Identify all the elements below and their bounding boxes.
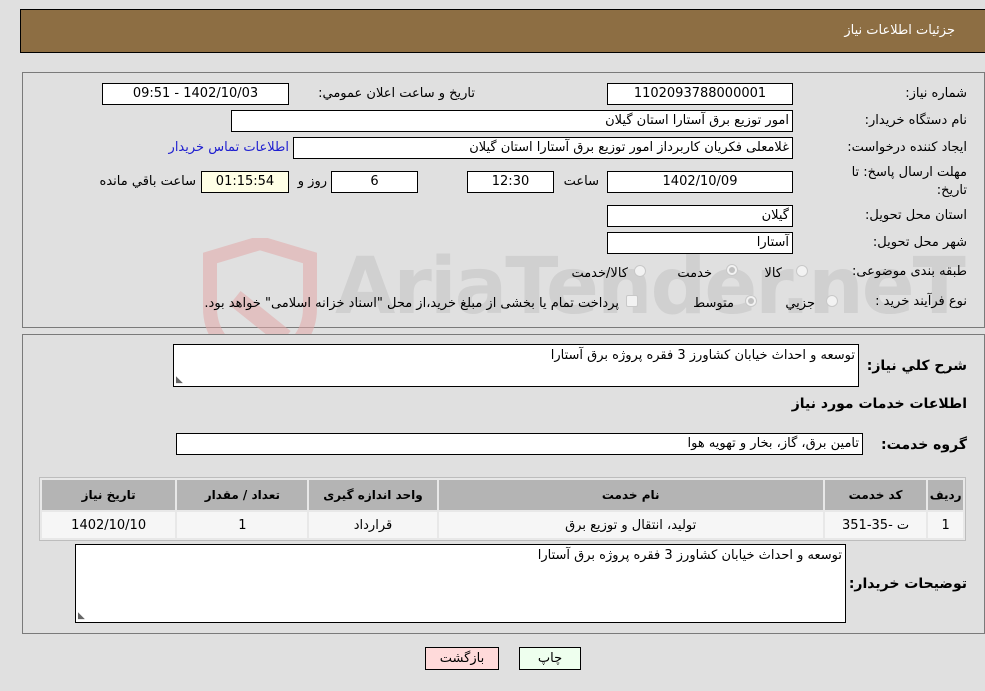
- cell-need-date: 1402/10/10: [42, 512, 176, 538]
- announce-date-field: 1402/10/03 - 09:51: [102, 83, 289, 105]
- services-heading: اطلاعات خدمات مورد نیاز: [791, 396, 967, 412]
- category-label: طبقه بندی موضوعی:: [851, 264, 967, 279]
- category-option-goods: کالا: [764, 266, 782, 281]
- summary-textarea[interactable]: توسعه و احداث خیابان کشاورز 3 فقره پروژه…: [173, 344, 859, 387]
- col-unit: واحد اندازه گیری: [309, 480, 437, 510]
- city-field: آستارا: [607, 232, 793, 254]
- category-option-goods-service: کالا/خدمت: [571, 266, 628, 281]
- days-label: روز و: [297, 174, 327, 189]
- category-radio-goods-service[interactable]: [634, 265, 646, 277]
- cell-row-number: 1: [928, 512, 963, 538]
- remaining-time-label: ساعت باقي مانده: [99, 174, 196, 189]
- buyer-contact-link[interactable]: اطلاعات تماس خریدار: [169, 140, 289, 155]
- need-number-field: 1102093788000001: [607, 83, 793, 105]
- service-group-field: تامین برق، گاز، بخار و تهویه هوا: [176, 433, 863, 455]
- col-need-date: تاریخ نیاز: [42, 480, 176, 510]
- table-header-row: ردیف کد خدمت نام خدمت واحد اندازه گیری ت…: [42, 480, 963, 510]
- table-row: 1 ت -35-351 تولید، انتقال و توزیع برق قر…: [42, 512, 963, 538]
- process-type-label: نوع فرآیند خرید :: [875, 294, 967, 309]
- treasury-note: پرداخت تمام یا بخشی از مبلغ خرید،از محل …: [204, 296, 619, 311]
- summary-text: توسعه و احداث خیابان کشاورز 3 فقره پروژه…: [550, 348, 855, 363]
- category-radio-service[interactable]: [726, 264, 738, 276]
- resize-grip-icon[interactable]: ◢: [176, 375, 183, 385]
- process-option-minor: جزيي: [785, 296, 815, 311]
- resize-grip-icon[interactable]: ◢: [78, 611, 85, 621]
- category-option-service: خدمت: [677, 266, 712, 281]
- deadline-label-date: تاریخ:: [936, 183, 967, 198]
- remaining-time-field: 01:15:54: [201, 171, 289, 193]
- cell-service-code: ت -35-351: [824, 512, 927, 538]
- cell-quantity: 1: [177, 512, 308, 538]
- page-header: جزئیات اطلاعات نیاز: [20, 9, 985, 53]
- deadline-time-field: 12:30: [467, 171, 554, 193]
- col-row-number: ردیف: [928, 480, 963, 510]
- service-group-label: گروه خدمت:: [881, 437, 967, 453]
- deadline-label: مهلت ارسال پاسخ: تا: [851, 165, 967, 180]
- cell-unit: قرارداد: [309, 512, 437, 538]
- col-service-code: کد خدمت: [824, 480, 927, 510]
- buyer-notes-label: توضیحات خریدار:: [848, 576, 967, 592]
- summary-label: شرح کلي نیاز:: [866, 358, 967, 374]
- need-number-label: شماره نیاز:: [905, 86, 967, 101]
- requester-label: ایجاد کننده درخواست:: [847, 140, 967, 155]
- buyer-org-field: امور توزیع برق آستارا استان گیلان: [231, 110, 793, 132]
- page-title: جزئیات اطلاعات نیاز: [844, 23, 955, 38]
- buyer-notes-textarea[interactable]: توسعه و احداث خیابان کشاورز 3 فقره پروژه…: [75, 544, 846, 623]
- cell-service-name: تولید، انتقال و توزیع برق: [438, 512, 823, 538]
- process-radio-medium[interactable]: [745, 295, 757, 307]
- province-field: گیلان: [607, 205, 793, 227]
- buyer-notes-text: توسعه و احداث خیابان کشاورز 3 فقره پروژه…: [537, 548, 842, 563]
- city-label: شهر محل تحویل:: [872, 235, 967, 250]
- buyer-org-label: نام دستگاه خریدار:: [864, 113, 967, 128]
- announce-date-label: تاریخ و ساعت اعلان عمومي:: [318, 86, 475, 101]
- services-table: ردیف کد خدمت نام خدمت واحد اندازه گیری ت…: [39, 477, 966, 541]
- print-button[interactable]: چاپ: [519, 647, 581, 670]
- col-quantity: تعداد / مقدار: [177, 480, 308, 510]
- deadline-time-label: ساعت: [563, 174, 599, 189]
- process-option-medium: متوسط: [693, 296, 734, 311]
- process-radio-minor[interactable]: [826, 295, 838, 307]
- treasury-checkbox[interactable]: [626, 295, 638, 307]
- back-button[interactable]: بازگشت: [425, 647, 499, 670]
- deadline-date-field: 1402/10/09: [607, 171, 793, 193]
- days-remaining-field: 6: [331, 171, 418, 193]
- province-label: استان محل تحویل:: [865, 208, 967, 223]
- category-radio-goods[interactable]: [796, 265, 808, 277]
- requester-field: غلامعلی فکریان کاربرداز امور توزیع برق آ…: [293, 137, 793, 159]
- col-service-name: نام خدمت: [438, 480, 823, 510]
